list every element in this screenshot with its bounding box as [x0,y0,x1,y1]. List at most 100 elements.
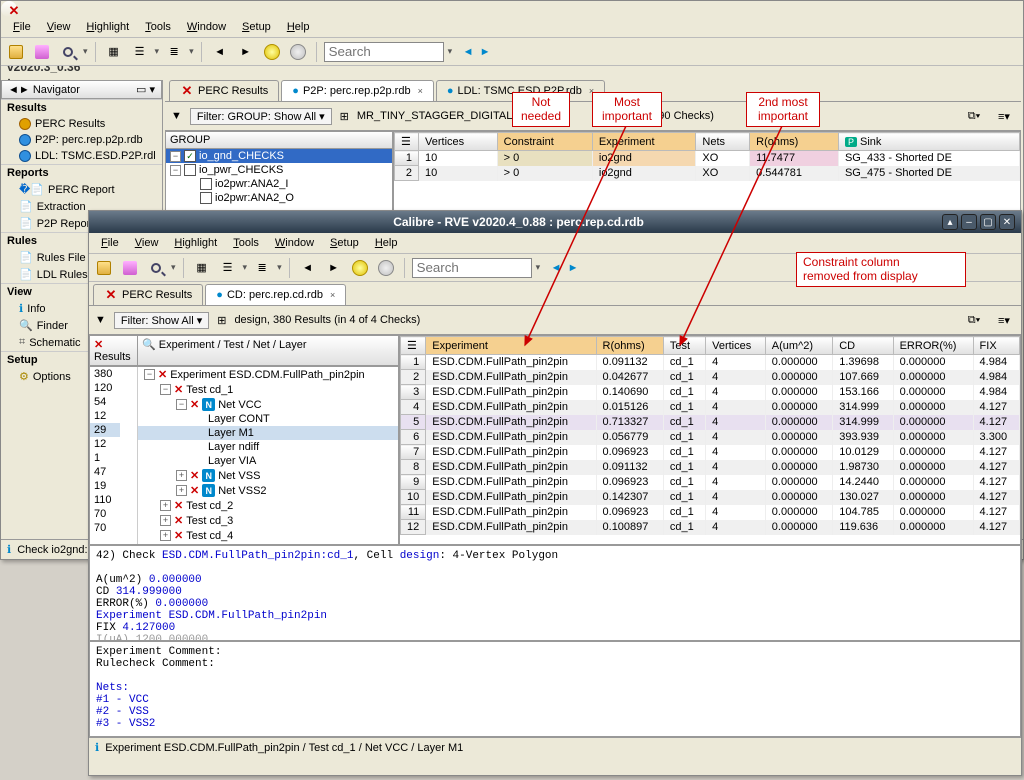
tab-close-icon[interactable]: × [418,86,423,96]
expand-icon[interactable]: + [160,500,171,511]
group-row[interactable]: io2pwr:ANA2_O [166,191,392,205]
tree-col-hdr[interactable]: 🔍 Experiment / Test / Net / Layer [138,336,398,366]
settings-button[interactable]: ≡▾ [993,105,1015,127]
nav-item-p2p[interactable]: P2P: perc.rep.p2p.rdb [1,132,162,148]
next-button[interactable]: ► [323,257,345,279]
tree-row[interactable]: +✕Test cd_4 [138,528,398,543]
open-button[interactable] [5,41,27,63]
open-button[interactable] [93,257,115,279]
filter-button[interactable]: ☰ [129,41,151,63]
close-button[interactable]: ✕ [999,214,1015,230]
tree-row[interactable]: −✕Experiment ESD.CDM.FullPath_pin2pin [138,367,398,382]
collapse-icon[interactable]: − [160,384,171,395]
navigator-menu-button[interactable]: ▭ ▾ [136,83,155,96]
table-row[interactable]: 6ESD.CDM.FullPath_pin2pin0.056779cd_140.… [401,430,1020,445]
group-row[interactable]: −io_pwr_CHECKS [166,163,392,177]
layers-button[interactable]: ≣ [251,257,273,279]
table-row[interactable]: 7ESD.CDM.FullPath_pin2pin0.096923cd_140.… [401,445,1020,460]
tree-row[interactable]: Layer VIA [138,454,398,468]
table-row[interactable]: 2ESD.CDM.FullPath_pin2pin0.042677cd_140.… [401,370,1020,385]
menu-window[interactable]: Window [179,19,234,35]
nav-item-perc-results[interactable]: PERC Results [1,116,162,132]
detail-pane[interactable]: 42) Check ESD.CDM.FullPath_pin2pin:cd_1,… [89,545,1021,641]
brush-button[interactable] [31,41,53,63]
zoom-button[interactable] [57,41,79,63]
tree-row[interactable]: −✕Test cd_1 [138,382,398,397]
menu-highlight[interactable]: Highlight [166,235,225,251]
cd-table[interactable]: ☰ExperimentR(ohms)TestVerticesA(um^2)CDE… [399,335,1021,545]
prev-button[interactable]: ◄ [209,41,231,63]
light-off-button[interactable] [287,41,309,63]
search-next[interactable]: ► [477,41,493,63]
menu-view[interactable]: View [39,19,79,35]
checkbox-icon[interactable] [200,178,212,190]
tree-body[interactable]: −✕Experiment ESD.CDM.FullPath_pin2pin−✕T… [138,367,398,544]
results-col-hdr[interactable]: ✕ Results [90,336,138,366]
tab-perc-results-2[interactable]: ✕PERC Results [93,284,203,305]
col-header[interactable]: Test [663,337,705,355]
table-row[interactable]: 1ESD.CDM.FullPath_pin2pin0.091132cd_140.… [401,355,1020,370]
tab-perc-results[interactable]: ✕PERC Results [169,80,279,101]
table-row[interactable]: 11ESD.CDM.FullPath_pin2pin0.096923cd_140… [401,505,1020,520]
menu-file[interactable]: File [93,235,127,251]
expand-icon[interactable]: + [160,515,171,526]
tab-close-icon[interactable]: × [330,290,335,300]
tree-row[interactable]: +✕NNet VSS2 [138,483,398,498]
columns-button[interactable]: ⧉▾ [963,105,985,127]
tab-cd[interactable]: ●CD: perc.rep.cd.rdb× [205,284,346,305]
table-row[interactable]: 9ESD.CDM.FullPath_pin2pin0.096923cd_140.… [401,475,1020,490]
palette-button[interactable]: ▦ [103,41,125,63]
collapse-icon[interactable]: − [144,369,155,380]
col-header[interactable]: R(ohms) [596,337,663,355]
table-row[interactable]: 3ESD.CDM.FullPath_pin2pin0.140690cd_140.… [401,385,1020,400]
tree-row[interactable]: Layer CONT [138,412,398,426]
collapse-icon[interactable]: − [176,399,187,410]
menu-view[interactable]: View [127,235,167,251]
col-rownum[interactable]: ☰ [395,133,419,151]
p2p-table[interactable]: ☰ Vertices Constraint Experiment Nets R(… [393,131,1021,217]
expand-icon[interactable]: + [160,530,171,541]
search-prev[interactable]: ◄ [460,41,476,63]
light-on-button[interactable] [349,257,371,279]
col-header[interactable]: CD [833,337,893,355]
col-header[interactable]: FIX [973,337,1019,355]
table-row[interactable]: 4ESD.CDM.FullPath_pin2pin0.015126cd_140.… [401,400,1020,415]
tree-row[interactable]: Layer M1 [138,426,398,440]
tree-row[interactable]: +✕Test cd_2 [138,498,398,513]
col-header[interactable]: Vertices [706,337,766,355]
col-header[interactable]: Experiment [426,337,596,355]
collapse-icon[interactable]: − [170,151,181,162]
brush-button[interactable] [119,257,141,279]
col-header[interactable]: ERROR(%) [893,337,973,355]
results-tree[interactable]: ✕ Results 🔍 Experiment / Test / Net / La… [89,335,399,545]
table-row[interactable]: 5ESD.CDM.FullPath_pin2pin0.713327cd_140.… [401,415,1020,430]
col-header[interactable]: ☰ [401,337,426,355]
col-experiment[interactable]: Experiment [592,133,696,151]
table-row[interactable]: 210> 0io2gndXO0.544781SG_475 - Shorted D… [395,166,1020,181]
table-row[interactable]: 110> 0io2gndXO11.7477SG_433 - Shorted DE [395,151,1020,166]
col-sink[interactable]: P Sink [838,133,1019,151]
table-row[interactable]: 8ESD.CDM.FullPath_pin2pin0.091132cd_140.… [401,460,1020,475]
layers-button[interactable]: ≣ [163,41,185,63]
maximize-button[interactable]: ▢ [980,214,996,230]
checkbox-icon[interactable] [184,164,196,176]
menu-help[interactable]: Help [279,19,318,35]
expand-icon[interactable]: + [176,485,187,496]
palette-button[interactable]: ▦ [191,257,213,279]
filter-dropdown[interactable]: Filter: GROUP: Show All ▾ [190,108,332,125]
columns-button[interactable]: ⧉▾ [963,309,985,331]
menu-highlight[interactable]: Highlight [78,19,137,35]
menu-file[interactable]: File [5,19,39,35]
expand-icon[interactable]: + [176,470,187,481]
col-constraint[interactable]: Constraint [497,133,592,151]
filter-dropdown-2[interactable]: Filter: Show All ▾ [114,312,209,329]
group-tree[interactable]: GROUP −✓io_gnd_CHECKS −io_pwr_CHECKS io2… [165,131,393,217]
checkbox-icon[interactable]: ✓ [184,150,196,162]
min2-button[interactable]: – [961,214,977,230]
menu-window[interactable]: Window [267,235,322,251]
menu-help[interactable]: Help [367,235,406,251]
group-row[interactable]: io2pwr:ANA2_I [166,177,392,191]
settings-button[interactable]: ≡▾ [993,309,1015,331]
checkbox-icon[interactable] [200,192,212,204]
search-prev[interactable]: ◄ [548,257,564,279]
